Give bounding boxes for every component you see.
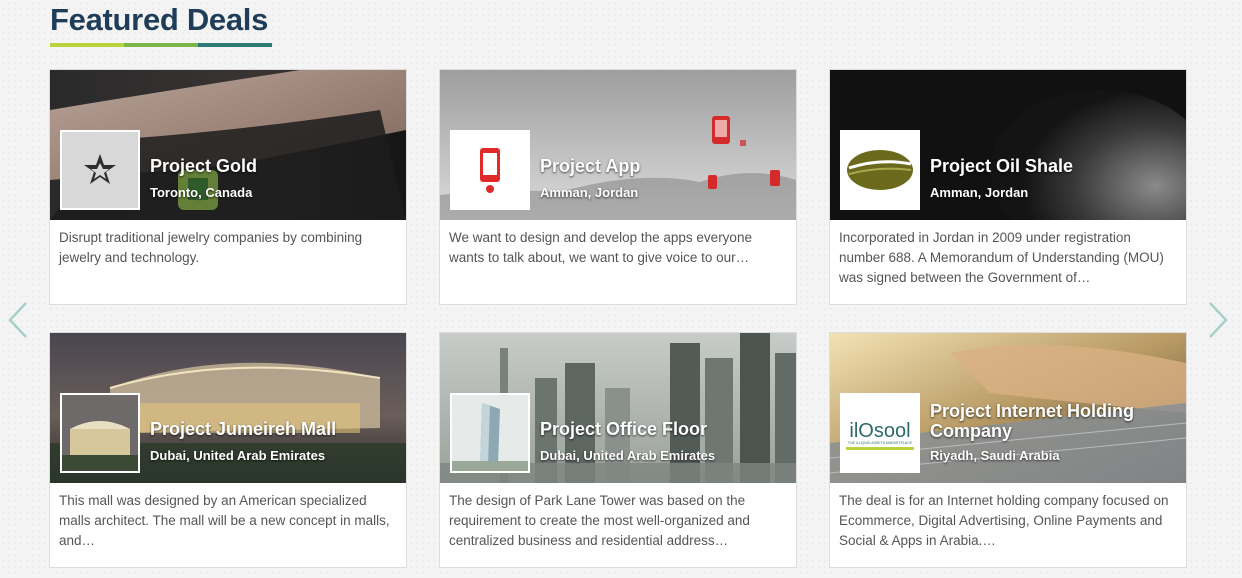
deal-description: The design of Park Lane Tower was based … (449, 493, 750, 548)
ilosool-logo: ilOsool THE ILLIQUID ASSETS MARKETPLACE (840, 393, 920, 473)
deal-image: ilOsool THE ILLIQUID ASSETS MARKETPLACE … (830, 333, 1186, 483)
deal-description: Incorporated in Jordan in 2009 under reg… (839, 230, 1164, 285)
deal-card-project-internet-holding-company[interactable]: ilOsool THE ILLIQUID ASSETS MARKETPLACE … (829, 332, 1187, 568)
deal-card-project-app[interactable]: Project App Amman, Jordan We want to des… (439, 69, 797, 305)
deal-location: Dubai, United Arab Emirates (150, 448, 326, 463)
deal-image: Project Jumeireh Mall Dubai, United Arab… (50, 333, 406, 483)
deal-image: Project App Amman, Jordan (440, 70, 796, 220)
deal-name: Project Jumeireh Mall (150, 419, 337, 439)
deal-description: Disrupt traditional jewelry companies by… (59, 230, 363, 265)
deal-image: Project Oil Shale Amman, Jordan (830, 70, 1186, 220)
deal-name: Project Office Floor (540, 419, 708, 439)
section-title: Featured Deals (50, 2, 269, 37)
deal-location: Toronto, Canada (150, 185, 253, 200)
deal-location: Dubai, United Arab Emirates (540, 448, 716, 463)
deal-description: The deal is for an Internet holding comp… (839, 493, 1169, 548)
deal-image: Project Office Floor Dubai, United Arab … (440, 333, 796, 483)
deal-card-project-gold[interactable]: Project Gold Toronto, Canada Disrupt tra… (49, 69, 407, 305)
deal-image: Project Gold Toronto, Canada (50, 70, 406, 220)
deal-location: Amman, Jordan (930, 185, 1029, 200)
title-underline (50, 43, 272, 47)
deal-name: Project Oil Shale (930, 156, 1074, 176)
deal-name: Project App (540, 156, 641, 176)
deal-name: Project Internet Holding Company (930, 401, 1135, 441)
svg-text:THE ILLIQUID ASSETS MARKETPLAC: THE ILLIQUID ASSETS MARKETPLACE (848, 441, 913, 445)
tower-thumbnail (450, 393, 530, 473)
phone-logo-icon (450, 130, 530, 210)
deal-description: We want to design and develop the apps e… (449, 230, 752, 265)
star-logo-icon (60, 130, 140, 210)
prev-arrow-icon[interactable] (6, 300, 30, 340)
svg-text:ilOsool: ilOsool (849, 420, 910, 442)
mall-thumbnail (60, 393, 140, 473)
deal-card-project-office-floor[interactable]: Project Office Floor Dubai, United Arab … (439, 332, 797, 568)
deal-description: This mall was designed by an American sp… (59, 493, 390, 548)
deal-location: Riyadh, Saudi Arabia (930, 448, 1060, 463)
deal-card-project-jumeireh-mall[interactable]: Project Jumeireh Mall Dubai, United Arab… (49, 332, 407, 568)
next-arrow-icon[interactable] (1206, 300, 1230, 340)
deal-card-project-oil-shale[interactable]: Project Oil Shale Amman, Jordan Incorpor… (829, 69, 1187, 305)
deal-name: Project Gold (150, 156, 258, 176)
deal-location: Amman, Jordan (540, 185, 639, 200)
oil-shale-logo-icon (840, 130, 920, 210)
